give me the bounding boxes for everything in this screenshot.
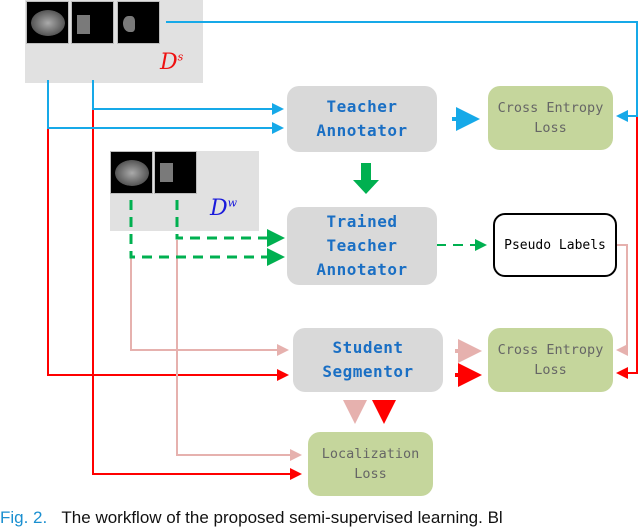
edge-strong-image-to-student [47,128,289,381]
edge-strong-image-to-teacher [47,80,284,134]
student-segmentor-node: Student Segmentor [293,328,443,392]
edge-strong-bbox-to-localization [92,109,302,480]
figure-label: Fig. 2. [0,508,48,527]
node-label: Segmentor [322,362,414,381]
node-label: Student [332,338,404,357]
node-label: Cross Entropy [497,100,604,116]
training-arrow-icon [353,163,379,194]
node-label: Teacher [326,97,398,116]
node-label: Annotator [316,260,408,279]
cross-entropy-loss-top-node: Cross Entropy Loss [488,86,613,150]
localization-loss-node: Localization Loss [308,432,433,496]
edge-weak-image-to-trained-teacher [129,200,285,266]
node-label: Teacher [326,236,398,255]
teacher-annotator-node: Teacher Annotator [287,86,437,152]
node-label: Loss [534,362,567,378]
cross-entropy-loss-bottom-node: Cross Entropy Loss [488,328,613,392]
figure-caption: Fig. 2. The workflow of the proposed sem… [0,508,503,528]
edge-strong-bbox-to-teacher [92,80,284,115]
node-label: Loss [354,466,387,482]
node-label: Annotator [316,121,408,140]
edge-weak-image-to-student [130,257,289,356]
node-label: Pseudo Labels [504,237,606,253]
pseudo-labels-node: Pseudo Labels [493,213,617,277]
node-label: Trained [326,212,398,231]
node-label: Loss [534,120,567,136]
workflow-diagram: Ds Dw Teacher Annotator Cross Entropy Lo… [0,0,640,527]
edge-weak-bbox-to-localization [176,240,302,461]
edge-weak-bbox-to-trained-teacher [175,200,285,247]
caption-text: The workflow of the proposed semi-superv… [61,508,503,527]
edge-pseudo-to-ce-bottom [616,244,628,356]
node-label: Cross Entropy [497,342,604,358]
trained-teacher-annotator-node: Trained Teacher Annotator [287,207,437,285]
node-label: Localization [321,446,420,462]
